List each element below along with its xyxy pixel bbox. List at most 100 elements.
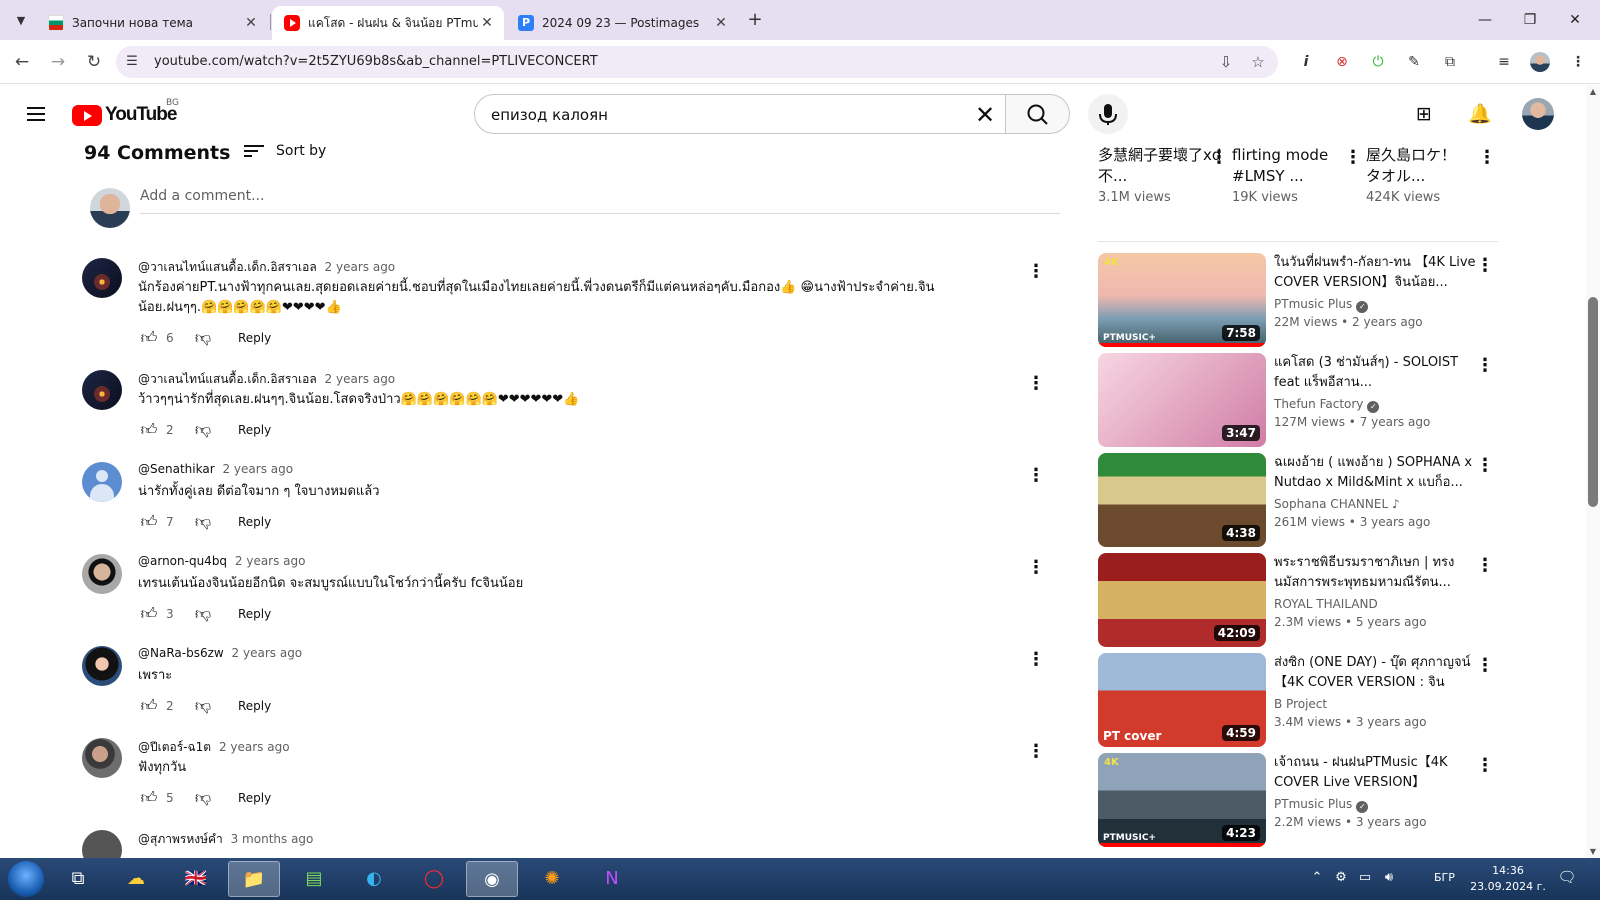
windows-start-button[interactable] bbox=[8, 861, 44, 897]
browser-menu-icon[interactable]: ⋮ bbox=[1568, 52, 1588, 72]
comment-menu-icon[interactable]: ⋮ bbox=[1024, 648, 1048, 672]
comment-time[interactable]: 2 years ago bbox=[222, 462, 293, 476]
extension-info-icon[interactable]: i bbox=[1296, 52, 1316, 72]
video-menu-icon[interactable]: ⋮ bbox=[1476, 555, 1494, 576]
video-title[interactable]: เจ้าถนน - ฝนฝนPTMusic【4K COVER Live VERS… bbox=[1274, 753, 1480, 793]
tab-close-icon[interactable]: ✕ bbox=[242, 15, 260, 31]
commenter-avatar[interactable] bbox=[82, 258, 122, 298]
clear-search-icon[interactable]: ✕ bbox=[971, 101, 999, 129]
video-title[interactable]: ในวันที่ฝนพรำ-กัลยา-ทน 【4K Live COVER VE… bbox=[1274, 253, 1480, 293]
search-box[interactable]: ✕ bbox=[474, 94, 1006, 134]
commenter-avatar[interactable] bbox=[82, 370, 122, 410]
video-thumbnail[interactable]: 4:38 bbox=[1098, 453, 1266, 547]
sort-by-button[interactable]: Sort by bbox=[244, 140, 326, 162]
system-clock[interactable]: 14:36 23.09.2024 г. bbox=[1468, 863, 1548, 895]
comment-author[interactable]: @วาเลนไทน์แสนดื้อ.เด็ก.อิสราเอล bbox=[138, 260, 317, 274]
video-thumbnail[interactable]: PT cover 4:59 bbox=[1098, 653, 1266, 747]
comment-menu-icon[interactable]: ⋮ bbox=[1024, 464, 1048, 488]
extensions-puzzle-icon[interactable]: ⧉ bbox=[1440, 52, 1460, 72]
recommended-video[interactable]: 3:47 แคโสด (3 ช่ามันส์ๆ) - SOLOIST feat … bbox=[1098, 353, 1496, 447]
comment-menu-icon[interactable]: ⋮ bbox=[1024, 740, 1048, 764]
comment-menu-icon[interactable]: ⋮ bbox=[1024, 556, 1048, 580]
youtube-logo[interactable]: YouTube bbox=[72, 103, 177, 127]
short-item[interactable]: 屋久島ロケ！タオル... 424K views bbox=[1366, 145, 1462, 205]
video-menu-icon[interactable]: ⋮ bbox=[1476, 455, 1494, 476]
recommended-video[interactable]: 4K PTMUSIC+ 4:23 เจ้าถนน - ฝนฝนPTMusic【4… bbox=[1098, 753, 1496, 847]
keyboard-language[interactable]: БГР bbox=[1434, 871, 1455, 884]
new-tab-button[interactable]: + bbox=[744, 9, 766, 31]
volume-icon[interactable]: 🔊︎ bbox=[1380, 870, 1398, 885]
dislike-icon[interactable]: 👎︎ bbox=[192, 695, 214, 717]
like-icon[interactable]: 👍︎ bbox=[138, 511, 160, 533]
video-menu-icon[interactable]: ⋮ bbox=[1476, 755, 1494, 776]
comment-time[interactable]: 2 years ago bbox=[325, 260, 396, 274]
channel-name[interactable]: ROYAL THAILAND bbox=[1274, 597, 1378, 611]
short-title[interactable]: 多慧網子要壞了xd 不... bbox=[1098, 145, 1222, 187]
channel-name[interactable]: B Project bbox=[1274, 697, 1327, 711]
reply-button[interactable]: Reply bbox=[238, 515, 271, 529]
video-title[interactable]: พระราชพิธีบรมราชาภิเษก | ทรงนมัสการพระพุ… bbox=[1274, 553, 1480, 593]
channel-name[interactable]: Thefun Factory ✓ bbox=[1274, 397, 1380, 413]
comment-author[interactable]: @วาเลนไทน์แสนดื้อ.เด็ก.อิสราเอล bbox=[138, 372, 317, 386]
extension-block-icon[interactable]: ⊗ bbox=[1332, 52, 1352, 72]
chrome-browser-icon[interactable]: ◉ bbox=[466, 861, 518, 897]
like-icon[interactable]: 👍︎ bbox=[138, 695, 160, 717]
browser-tab-2-active[interactable]: แคโสด - ฝนฝน & จินน้อย PTmusic ✕ bbox=[272, 6, 504, 40]
close-window-icon[interactable]: ✕ bbox=[1560, 8, 1590, 32]
short-menu-icon[interactable]: ⋮ bbox=[1344, 147, 1362, 168]
media-controls-icon[interactable]: ≡ bbox=[1494, 52, 1514, 72]
like-icon[interactable]: 👍︎ bbox=[138, 787, 160, 809]
comment-time[interactable]: 2 years ago bbox=[325, 372, 396, 386]
commenter-avatar[interactable] bbox=[82, 646, 122, 686]
reply-button[interactable]: Reply bbox=[238, 607, 271, 621]
short-title[interactable]: 屋久島ロケ！タオル... bbox=[1366, 145, 1462, 187]
notification-center-icon[interactable]: 🗨 bbox=[1556, 868, 1578, 886]
video-title[interactable]: แคโสด (3 ช่ามันส์ๆ) - SOLOIST feat แร็พอ… bbox=[1274, 353, 1480, 393]
comment-time[interactable]: 3 months ago bbox=[231, 832, 314, 846]
video-thumbnail[interactable]: 4K PTMUSIC+ 4:23 bbox=[1098, 753, 1266, 847]
commenter-avatar[interactable] bbox=[82, 462, 122, 502]
scroll-down-icon[interactable]: ▼ bbox=[1588, 847, 1598, 856]
video-title[interactable]: ส่งซิก (ONE DAY) - บุ๊ด ศุภกาญจน์【4K COV… bbox=[1274, 653, 1480, 693]
reply-button[interactable]: Reply bbox=[238, 699, 271, 713]
task-view-icon[interactable]: ⧉ bbox=[52, 861, 104, 897]
reply-button[interactable]: Reply bbox=[238, 423, 271, 437]
comment-menu-icon[interactable]: ⋮ bbox=[1024, 260, 1048, 284]
browser-tab-3[interactable]: P 2024 09 23 — Postimages ✕ bbox=[506, 6, 738, 40]
dislike-icon[interactable]: 👎︎ bbox=[192, 327, 214, 349]
video-menu-icon[interactable]: ⋮ bbox=[1476, 655, 1494, 676]
profile-avatar-icon[interactable] bbox=[1530, 52, 1550, 72]
comment-menu-icon[interactable]: ⋮ bbox=[1024, 372, 1048, 396]
short-menu-icon[interactable]: ⋮ bbox=[1210, 147, 1228, 168]
page-scrollbar[interactable]: ▲ ▼ bbox=[1586, 85, 1600, 858]
guide-menu-icon[interactable] bbox=[24, 103, 48, 127]
like-icon[interactable]: 👍︎ bbox=[138, 419, 160, 441]
address-bar[interactable]: ☰ youtube.com/watch?v=2t5ZYU69b8s&ab_cha… bbox=[116, 46, 1278, 78]
comment-author[interactable]: @ปีเตอร์-ฉ1ต bbox=[138, 740, 211, 754]
comment-author[interactable]: @สุภาพรหงษ์คำ bbox=[138, 832, 223, 846]
dislike-icon[interactable]: 👎︎ bbox=[192, 787, 214, 809]
recommended-video[interactable]: 4K PTMUSIC+ 7:58 ในวันที่ฝนพรำ-กัลยา-ทน … bbox=[1098, 253, 1496, 347]
reload-icon[interactable]: ↻ bbox=[82, 50, 106, 74]
display-icon[interactable]: ▭ bbox=[1356, 870, 1374, 885]
reply-button[interactable]: Reply bbox=[238, 331, 271, 345]
site-info-icon[interactable]: ☰ bbox=[122, 52, 142, 72]
video-thumbnail[interactable]: 42:09 bbox=[1098, 553, 1266, 647]
comment-time[interactable]: 2 years ago bbox=[235, 554, 306, 568]
reply-button[interactable]: Reply bbox=[238, 791, 271, 805]
like-icon[interactable]: 👍︎ bbox=[138, 603, 160, 625]
uk-flag-language-icon[interactable]: 🇬🇧 bbox=[170, 861, 222, 897]
comment-time[interactable]: 2 years ago bbox=[232, 646, 303, 660]
show-hidden-icons-chevron-icon[interactable]: ⌃ bbox=[1308, 870, 1326, 885]
scroll-up-icon[interactable]: ▲ bbox=[1588, 87, 1598, 96]
create-video-icon[interactable]: ⊞ bbox=[1410, 100, 1438, 128]
notifications-bell-icon[interactable]: 🔔 bbox=[1466, 100, 1494, 128]
comment-author[interactable]: @NaRa-bs6zw bbox=[138, 646, 224, 660]
dislike-icon[interactable]: 👎︎ bbox=[192, 603, 214, 625]
spreadsheet-app-icon[interactable]: ▤ bbox=[288, 861, 340, 897]
comment-author[interactable]: @Senathikar bbox=[138, 462, 215, 476]
back-icon[interactable]: ← bbox=[10, 50, 34, 74]
channel-name[interactable]: PTmusic Plus ✓ bbox=[1274, 297, 1369, 313]
video-menu-icon[interactable]: ⋮ bbox=[1476, 355, 1494, 376]
opera-browser-icon[interactable]: ◯ bbox=[408, 861, 460, 897]
